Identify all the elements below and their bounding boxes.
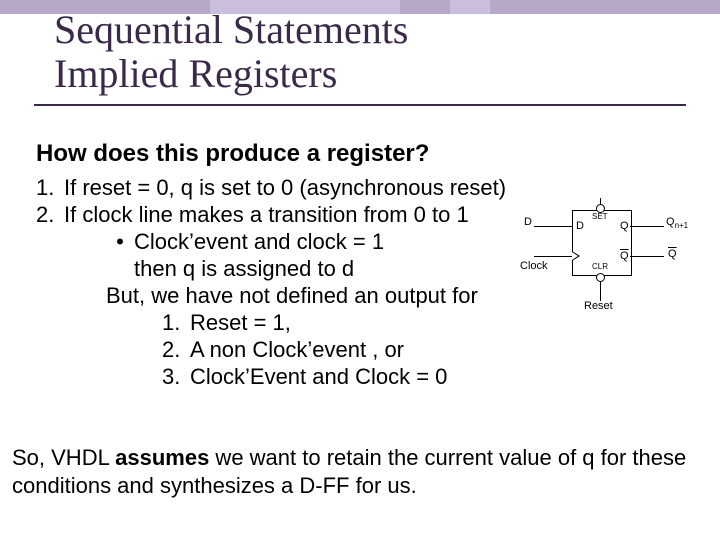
- sub-3-text: Clock’Event and Clock = 0: [190, 364, 447, 389]
- section-question: How does this produce a register?: [36, 140, 429, 168]
- conclusion-part-a: So, VHDL: [12, 445, 115, 470]
- sub-1-text: Reset = 1,: [190, 310, 291, 335]
- sub-2-number: 2.: [162, 336, 190, 363]
- sub-3: 3.Clock’Event and Clock = 0: [36, 363, 686, 390]
- bullet-text: Clock’event and clock = 1: [134, 229, 384, 254]
- bullet-mark: •: [106, 228, 134, 255]
- label-qbar-ext: Q: [668, 248, 677, 260]
- item-2-text: If clock line makes a transition from 0 …: [64, 202, 469, 227]
- label-clock: Clock: [520, 260, 548, 272]
- dff-diagram: D D Clock SET CLR Reset Q Qn+1 Q Q: [524, 198, 704, 318]
- slide-title: Sequential Statements Implied Registers: [54, 8, 408, 96]
- label-clr: CLR: [592, 262, 608, 271]
- conclusion: So, VHDL assumes we want to retain the c…: [12, 444, 708, 500]
- item-1-text: If reset = 0, q is set to 0 (asynchronou…: [64, 175, 506, 200]
- label-q-int: Q: [620, 220, 629, 232]
- wire-q: [630, 226, 664, 227]
- wire-d: [534, 226, 572, 227]
- label-set: SET: [592, 212, 608, 221]
- label-qnext: Qn+1: [666, 216, 688, 230]
- sub-2: 2.A non Clock’event , or: [36, 336, 686, 363]
- wire-clock: [534, 256, 572, 257]
- conclusion-bold: assumes: [115, 445, 209, 470]
- item-2-number: 2.: [36, 201, 64, 228]
- title-line-2: Implied Registers: [54, 52, 408, 96]
- label-d-ext: D: [524, 216, 532, 228]
- wire-qbar: [630, 256, 664, 257]
- label-qbar-int: Q: [620, 250, 629, 262]
- title-line-1: Sequential Statements: [54, 8, 408, 52]
- title-underline: [34, 104, 686, 106]
- label-d-int: D: [576, 220, 584, 232]
- item-1: 1.If reset = 0, q is set to 0 (asynchron…: [36, 174, 686, 201]
- sub-1-number: 1.: [162, 309, 190, 336]
- sub-3-number: 3.: [162, 363, 190, 390]
- wire-clr: [600, 281, 601, 301]
- item-1-number: 1.: [36, 174, 64, 201]
- clock-edge-icon: [572, 251, 580, 261]
- sub-2-text: A non Clock’event , or: [190, 337, 404, 362]
- label-reset: Reset: [584, 300, 613, 312]
